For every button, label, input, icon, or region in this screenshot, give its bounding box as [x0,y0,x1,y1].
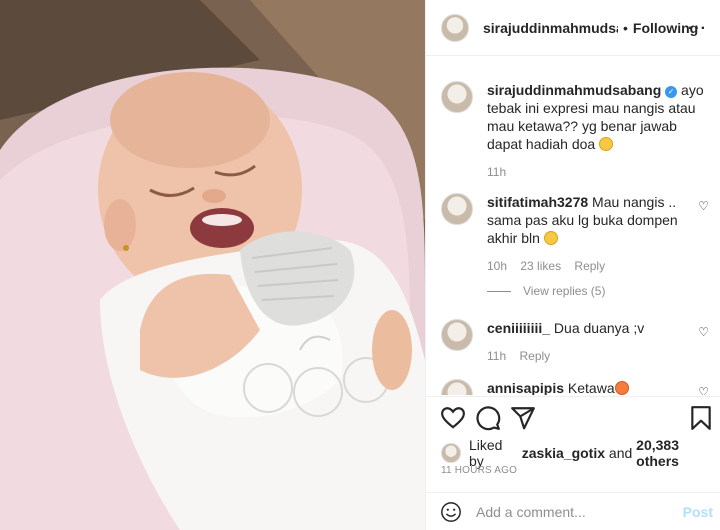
reply-button[interactable]: Reply [519,349,550,363]
comment-username[interactable]: sitifatimah3278 [487,194,588,210]
share-send-icon[interactable] [510,405,536,431]
comment-body: annisapipis Ketawa [487,379,711,395]
author-username[interactable]: sirajuddinmahmudsabang [483,20,618,36]
comment-like-icon[interactable]: ♡ [698,385,709,395]
replies-divider [487,290,511,292]
add-comment-bar: Post [426,492,720,530]
like-heart-icon[interactable] [440,405,466,431]
comments-list[interactable]: sirajuddinmahmudsabang ✓ ayo tebak ini e… [426,57,720,395]
comment-body: sitifatimah3278 Mau nangis .. sama pas a… [487,193,711,247]
liker-avatar[interactable] [441,443,461,463]
action-bar [426,396,720,440]
comment-bubble-icon[interactable] [475,405,501,431]
comment-item: sitifatimah3278 Mau nangis .. sama pas a… [441,193,711,273]
comment-username[interactable]: ceniiiiiiii_ [487,320,550,336]
header-separator: • [623,19,628,36]
comment-body: ceniiiiiiii_ Dua duanya ;v [487,319,711,337]
emoji-smile-icon[interactable] [440,501,462,523]
post-comment-button[interactable]: Post [683,504,713,520]
comment-item: ceniiiiiiii_ Dua duanya ;v ♡ 11h Reply [441,319,711,363]
view-replies-button[interactable]: View replies (5) [487,284,605,298]
likes-count[interactable]: 20,383 others [636,437,720,469]
comment-like-icon[interactable]: ♡ [698,325,709,339]
verified-badge-icon: ✓ [665,86,678,98]
comment-like-icon[interactable]: ♡ [698,199,709,213]
view-replies-label: View replies (5) [523,284,606,298]
post-timestamp[interactable]: 11 HOURS AGO [441,465,517,476]
caption: sirajuddinmahmudsabang ✓ ayo tebak ini e… [441,81,711,179]
more-options-icon[interactable]: ··· [688,20,707,38]
caption-body: sirajuddinmahmudsabang ✓ ayo tebak ini e… [487,81,711,153]
post-side-panel: sirajuddinmahmudsabang • Following ··· s… [425,0,720,530]
comment-meta: 11h Reply [487,349,711,363]
baby-photo-illustration [0,0,425,530]
caption-username[interactable]: sirajuddinmahmudsabang [487,82,661,98]
caption-meta: 11h [487,165,711,179]
commenter-avatar[interactable] [441,319,473,351]
caption-avatar[interactable] [441,81,473,113]
post-header: sirajuddinmahmudsabang • Following ··· [426,0,720,56]
commenter-avatar[interactable] [441,193,473,225]
commenter-avatar[interactable] [441,379,473,395]
comment-text: Ketawa [564,380,615,395]
comment-meta: 10h 23 likes Reply [487,259,711,273]
comment-time[interactable]: 10h [487,259,507,273]
comment-time[interactable]: 11h [487,349,506,363]
comment-username[interactable]: annisapipis [487,380,564,395]
comment-likes[interactable]: 23 likes [520,259,561,273]
save-bookmark-icon[interactable] [688,405,714,431]
comment-item: annisapipis Ketawa ♡ [441,379,711,395]
author-avatar[interactable] [441,13,469,42]
heart-eyes-emoji-icon [614,381,629,395]
sad-emoji-icon [543,231,558,245]
reply-button[interactable]: Reply [574,259,605,273]
liker-username[interactable]: zaskia_gotix [522,445,605,461]
comment-text: Dua duanya ;v [550,320,645,336]
add-comment-input[interactable] [476,503,676,520]
grin-emoji-icon [599,137,614,151]
post-photo[interactable] [0,0,425,530]
likes-middle: and [605,445,637,461]
caption-time[interactable]: 11h [487,165,506,179]
